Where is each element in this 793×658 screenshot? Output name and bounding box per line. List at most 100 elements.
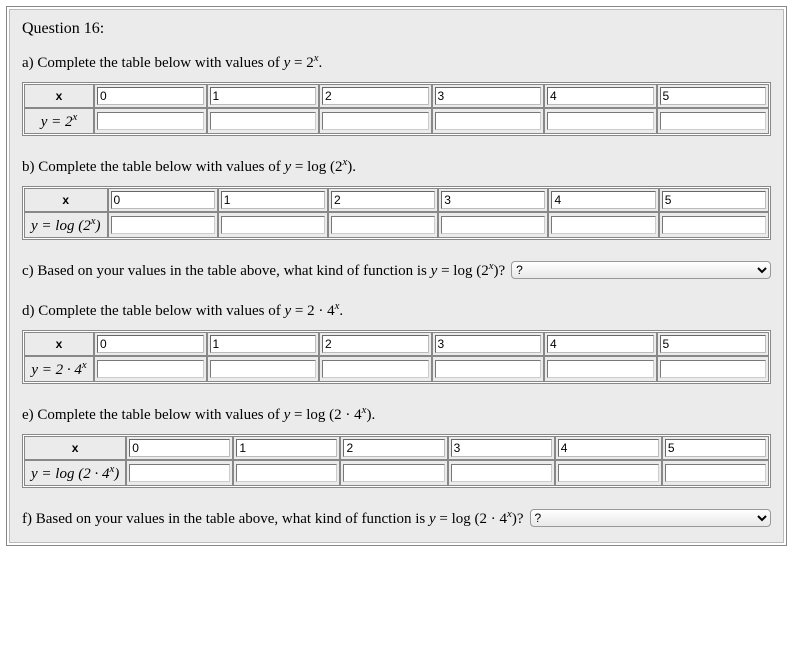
table-e-input-0[interactable] xyxy=(129,464,230,482)
table-b-col-header-3: 3 xyxy=(438,188,548,212)
table-a-input-4[interactable] xyxy=(547,112,654,130)
table-a-cell-2 xyxy=(319,108,432,134)
table-e-col-header-5: 5 xyxy=(662,436,769,460)
table-a-col-header-value-5: 5 xyxy=(660,87,767,105)
table-e-cell-2 xyxy=(340,460,447,486)
part-e-suffix: . xyxy=(371,407,375,423)
table-b-cell-1 xyxy=(218,212,328,238)
table-d-col-header-5: 5 xyxy=(657,332,770,356)
table-d-col-header-value-1: 1 xyxy=(210,335,317,353)
table-b-cell-0 xyxy=(108,212,218,238)
question-outer: Question 16: a) Complete the table below… xyxy=(6,6,787,546)
table-e-input-2[interactable] xyxy=(343,464,444,482)
part-c-dropdown[interactable]: ? xyxy=(511,261,771,279)
table-d-cell-0 xyxy=(94,356,207,382)
part-c-expr: y = log (2x) xyxy=(431,263,499,279)
part-b-prompt: b) Complete the table below with values … xyxy=(22,156,771,176)
table-b-input-2[interactable] xyxy=(331,216,435,234)
table-e-col-header-4: 4 xyxy=(555,436,662,460)
table-d-input-4[interactable] xyxy=(547,360,654,378)
part-f-expr: y = log (2 · 4x) xyxy=(429,511,517,527)
table-e-input-3[interactable] xyxy=(451,464,552,482)
part-e-expr: y = log (2 · 4x) xyxy=(284,407,372,423)
part-f-suffix: ? xyxy=(517,511,524,527)
table-d-col-header-value-0: 0 xyxy=(97,335,204,353)
table-b-input-0[interactable] xyxy=(111,216,215,234)
table-e-input-4[interactable] xyxy=(558,464,659,482)
table-e-col-header-0: 0 xyxy=(126,436,233,460)
table-d-input-1[interactable] xyxy=(210,360,317,378)
table-a-input-2[interactable] xyxy=(322,112,429,130)
part-f: f) Based on your values in the table abo… xyxy=(22,508,771,528)
part-b-suffix: . xyxy=(352,159,356,175)
table-d-input-2[interactable] xyxy=(322,360,429,378)
table-b-cell-3 xyxy=(438,212,548,238)
table-d-cell-1 xyxy=(207,356,320,382)
table-d-row-label: y = 2 · 4x xyxy=(24,356,94,382)
part-e-prefix: e) Complete the table below with values … xyxy=(22,407,284,423)
table-a-cell-5 xyxy=(657,108,770,134)
table-a-input-1[interactable] xyxy=(210,112,317,130)
table-d-col-header-2: 2 xyxy=(319,332,432,356)
table-d-x-label: x xyxy=(24,332,94,356)
table-e-col-header-value-4: 4 xyxy=(558,439,659,457)
table-d-col-header-value-4: 4 xyxy=(547,335,654,353)
part-d-suffix: . xyxy=(339,303,343,319)
table-d-col-header-1: 1 xyxy=(207,332,320,356)
table-b-col-header-value-0: 0 xyxy=(111,191,215,209)
part-b-expr: y = log (2x) xyxy=(284,159,352,175)
part-d-prefix: d) Complete the table below with values … xyxy=(22,303,284,319)
table-a-col-header-3: 3 xyxy=(432,84,545,108)
table-a-cell-3 xyxy=(432,108,545,134)
table-e-col-header-1: 1 xyxy=(233,436,340,460)
table-a-input-0[interactable] xyxy=(97,112,204,130)
table-a-col-header-1: 1 xyxy=(207,84,320,108)
question-panel: Question 16: a) Complete the table below… xyxy=(9,9,784,543)
table-e-col-header-value-5: 5 xyxy=(665,439,766,457)
table-b-cell-4 xyxy=(548,212,658,238)
table-b-col-header-2: 2 xyxy=(328,188,438,212)
part-b-prefix: b) Complete the table below with values … xyxy=(22,159,284,175)
table-b-input-1[interactable] xyxy=(221,216,325,234)
table-e-col-header-value-2: 2 xyxy=(343,439,444,457)
part-c-prefix: c) Based on your values in the table abo… xyxy=(22,263,431,279)
table-e-input-5[interactable] xyxy=(665,464,766,482)
part-f-dropdown[interactable]: ? xyxy=(530,509,771,527)
table-e-row-label: y = log (2 · 4x) xyxy=(24,460,126,486)
table-d-cell-4 xyxy=(544,356,657,382)
table-a-input-3[interactable] xyxy=(435,112,542,130)
table-b-row-label: y = log (2x) xyxy=(24,212,108,238)
table-d-cell-3 xyxy=(432,356,545,382)
table-d-input-0[interactable] xyxy=(97,360,204,378)
table-b-input-4[interactable] xyxy=(551,216,655,234)
table-a-col-header-2: 2 xyxy=(319,84,432,108)
table-d: x012345y = 2 · 4x xyxy=(22,330,771,384)
table-e-col-header-2: 2 xyxy=(340,436,447,460)
table-e-col-header-3: 3 xyxy=(448,436,555,460)
table-b-col-header-0: 0 xyxy=(108,188,218,212)
table-b-cell-2 xyxy=(328,212,438,238)
table-b-input-3[interactable] xyxy=(441,216,545,234)
part-a-prompt: a) Complete the table below with values … xyxy=(22,52,771,72)
part-a: a) Complete the table below with values … xyxy=(22,52,771,136)
table-b-col-header-value-5: 5 xyxy=(662,191,766,209)
part-f-prefix: f) Based on your values in the table abo… xyxy=(22,511,429,527)
table-a-col-header-4: 4 xyxy=(544,84,657,108)
table-b-col-header-value-1: 1 xyxy=(221,191,325,209)
table-d-input-5[interactable] xyxy=(660,360,767,378)
part-d-expr: y = 2 · 4x xyxy=(284,303,339,319)
table-a-input-5[interactable] xyxy=(660,112,767,130)
table-d-col-header-4: 4 xyxy=(544,332,657,356)
table-d-cell-5 xyxy=(657,356,770,382)
table-b-col-header-1: 1 xyxy=(218,188,328,212)
table-d-cell-2 xyxy=(319,356,432,382)
table-d-input-3[interactable] xyxy=(435,360,542,378)
table-e-col-header-value-3: 3 xyxy=(451,439,552,457)
table-b-col-header-value-3: 3 xyxy=(441,191,545,209)
table-e-input-1[interactable] xyxy=(236,464,337,482)
table-e: x012345y = log (2 · 4x) xyxy=(22,434,771,488)
table-b-input-5[interactable] xyxy=(662,216,766,234)
table-a-col-header-0: 0 xyxy=(94,84,207,108)
table-a-col-header-value-4: 4 xyxy=(547,87,654,105)
part-d: d) Complete the table below with values … xyxy=(22,300,771,384)
